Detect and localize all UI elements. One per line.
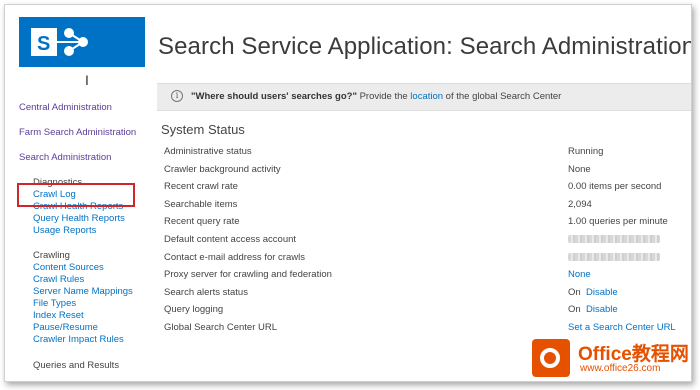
nav-link[interactable]: Search Administration — [19, 152, 111, 163]
disable-alerts-link[interactable]: Disable — [586, 287, 618, 298]
info-post-link: of the global Search Center — [443, 91, 562, 102]
redacted-email-value — [568, 252, 660, 261]
nav-heading-queries-and-results: Queries and Results — [33, 360, 120, 371]
status-label: Contact e-mail address for crawls — [164, 251, 305, 263]
status-row-crawler-background-activity: Crawler background activity None — [164, 161, 691, 179]
sharepoint-logo[interactable]: S — [19, 17, 145, 67]
screenshot-frame: S I Search Service Application: Search A… — [4, 4, 692, 382]
status-value: None — [568, 163, 591, 175]
nav-item-server-name-mappings[interactable]: Server Name Mappings — [33, 286, 133, 298]
status-row-recent-query-rate: Recent query rate 1.00 queries per minut… — [164, 213, 691, 231]
status-value: 2,094 — [568, 198, 592, 210]
nav-item-content-sources[interactable]: Content Sources — [33, 262, 133, 274]
status-label: Recent crawl rate — [164, 181, 238, 193]
status-value: On Disable — [568, 287, 618, 298]
nav-link[interactable]: Farm Search Administration — [19, 127, 136, 138]
system-status-title: System Status — [161, 122, 245, 137]
nav-item-usage-reports[interactable]: Usage Reports — [33, 225, 125, 237]
info-pre-link: Provide the — [356, 91, 411, 102]
status-row-contact-email: Contact e-mail address for crawls — [164, 249, 691, 267]
status-row-searchable-items: Searchable items 2,094 — [164, 196, 691, 214]
status-label: Recent query rate — [164, 216, 240, 228]
page-title: Search Service Application: Search Admin… — [158, 33, 692, 60]
info-question: "Where should users' searches go?" — [191, 91, 357, 102]
watermark-title: Office教程网 — [578, 344, 689, 365]
status-row-query-logging: Query logging On Disable — [164, 301, 691, 319]
crawl-log-highlight-box — [17, 183, 135, 207]
proxy-server-link[interactable]: None — [568, 269, 591, 280]
nav-item-crawler-impact-rules[interactable]: Crawler Impact Rules — [33, 334, 133, 346]
status-row-recent-crawl-rate: Recent crawl rate 0.00 items per second — [164, 178, 691, 196]
status-label: Proxy server for crawling and federation — [164, 269, 332, 281]
status-label: Global Search Center URL — [164, 321, 277, 333]
status-row-proxy-server: Proxy server for crawling and federation… — [164, 266, 691, 284]
alerts-state: On — [568, 286, 581, 298]
nav-item-pause-resume[interactable]: Pause/Resume — [33, 322, 133, 334]
status-value: 0.00 items per second — [568, 181, 662, 193]
nav-central-administration[interactable]: Central Administration — [19, 102, 112, 113]
watermark-subtitle: www.office26.com — [580, 363, 661, 374]
info-message: "Where should users' searches go?" Provi… — [191, 84, 561, 110]
nav-search-administration[interactable]: Search Administration — [19, 152, 111, 163]
nav-farm-search-administration[interactable]: Farm Search Administration — [19, 127, 136, 138]
system-status-table: Administrative status Running Crawler ba… — [164, 143, 691, 337]
status-row-administrative-status: Administrative status Running — [164, 143, 691, 161]
status-value: 1.00 queries per minute — [568, 216, 668, 228]
status-label: Query logging — [164, 304, 224, 316]
status-label: Administrative status — [164, 146, 252, 157]
status-label: Search alerts status — [164, 286, 248, 298]
nav-section-crawling: Crawling Content Sources Crawl Rules Ser… — [33, 250, 133, 346]
nav-heading-crawling: Crawling — [33, 250, 70, 261]
status-label: Default content access account — [164, 233, 297, 245]
search-center-info-bar: i "Where should users' searches go?" Pro… — [157, 83, 691, 111]
status-label: Crawler background activity — [164, 163, 281, 175]
status-value: Running — [568, 146, 604, 157]
query-logging-state: On — [568, 304, 581, 316]
nav-item-file-types[interactable]: File Types — [33, 298, 133, 310]
nav-item-index-reset[interactable]: Index Reset — [33, 310, 133, 322]
disable-query-logging-link[interactable]: Disable — [586, 304, 618, 315]
nav-link[interactable]: Central Administration — [19, 102, 112, 113]
nav-item-crawl-rules[interactable]: Crawl Rules — [33, 274, 133, 286]
status-value: On Disable — [568, 304, 618, 315]
nav-section-queries: Queries and Results — [33, 360, 119, 372]
info-icon: i — [171, 90, 183, 102]
set-search-center-url-link[interactable]: Set a Search Center URL — [568, 322, 676, 333]
watermark: Office教程网 www.office26.com — [526, 335, 691, 381]
status-row-search-alerts-status: Search alerts status On Disable — [164, 284, 691, 302]
sharepoint-logo-icon: S — [31, 28, 88, 56]
nav-item-query-health-reports[interactable]: Query Health Reports — [33, 213, 125, 225]
status-row-default-content-access-account: Default content access account — [164, 231, 691, 249]
logo-letter: S — [37, 33, 50, 55]
text-cursor-icon: I — [85, 72, 89, 88]
office-logo-icon — [532, 339, 570, 377]
status-row-global-search-center-url: Global Search Center URL Set a Search Ce… — [164, 319, 691, 337]
location-link[interactable]: location — [410, 91, 443, 102]
status-label: Searchable items — [164, 198, 238, 210]
redacted-account-value — [568, 234, 660, 243]
